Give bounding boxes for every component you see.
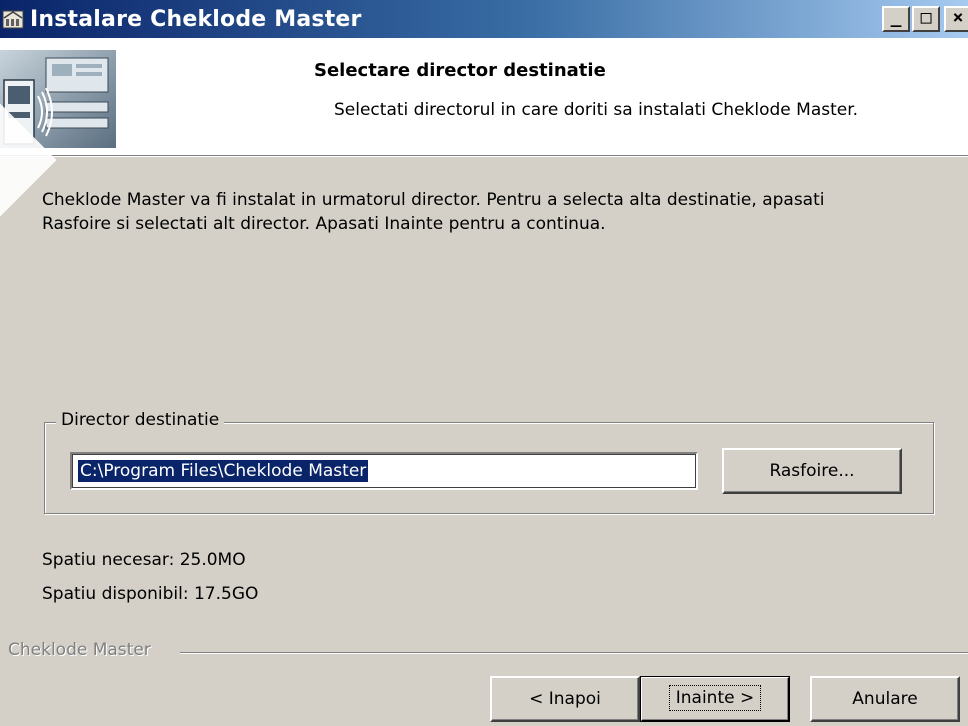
browse-button[interactable]: Rasfoire... <box>722 448 902 494</box>
header-title: Selectare director destinatie <box>314 60 606 81</box>
installer-app-icon <box>2 10 24 29</box>
intro-line: Cheklode Master va fi instalat in urmato… <box>42 190 825 210</box>
brand-label: Cheklode Master <box>8 640 151 660</box>
path-value: C:\Program Files\Cheklode Master <box>78 460 369 482</box>
header-subtitle: Selectati directorul in care doriti sa i… <box>334 100 859 120</box>
intro-line: Rasfoire si selectati alt director. Apas… <box>42 214 606 234</box>
window-title: Instalare Cheklode Master <box>30 6 362 32</box>
destination-path-input[interactable]: C:\Program Files\Cheklode Master <box>70 452 698 490</box>
close-button[interactable]: × <box>944 6 968 32</box>
maximize-button[interactable]: □ <box>912 6 940 32</box>
header-panel: Selectare director destinatie Selectati … <box>0 38 968 156</box>
title-bar[interactable]: Instalare Cheklode Master _ □ × <box>0 0 968 38</box>
cancel-button[interactable]: Anulare <box>810 676 960 722</box>
next-button[interactable]: Inainte > <box>640 676 790 722</box>
header-divider <box>0 155 968 157</box>
footer-divider <box>180 652 968 654</box>
groupbox-label: Director destinatie <box>56 410 225 430</box>
minimize-button[interactable]: _ <box>882 6 910 32</box>
space-available: Spatiu disponibil: 17.5GO <box>42 584 259 604</box>
space-required: Spatiu necesar: 25.0MO <box>42 550 246 570</box>
intro-text: Cheklode Master va fi instalat in urmato… <box>42 188 952 236</box>
back-button[interactable]: < Inapoi <box>490 676 640 722</box>
installer-window: Instalare Cheklode Master _ □ × Selectar… <box>0 0 968 726</box>
next-button-label: Inainte > <box>668 685 762 711</box>
